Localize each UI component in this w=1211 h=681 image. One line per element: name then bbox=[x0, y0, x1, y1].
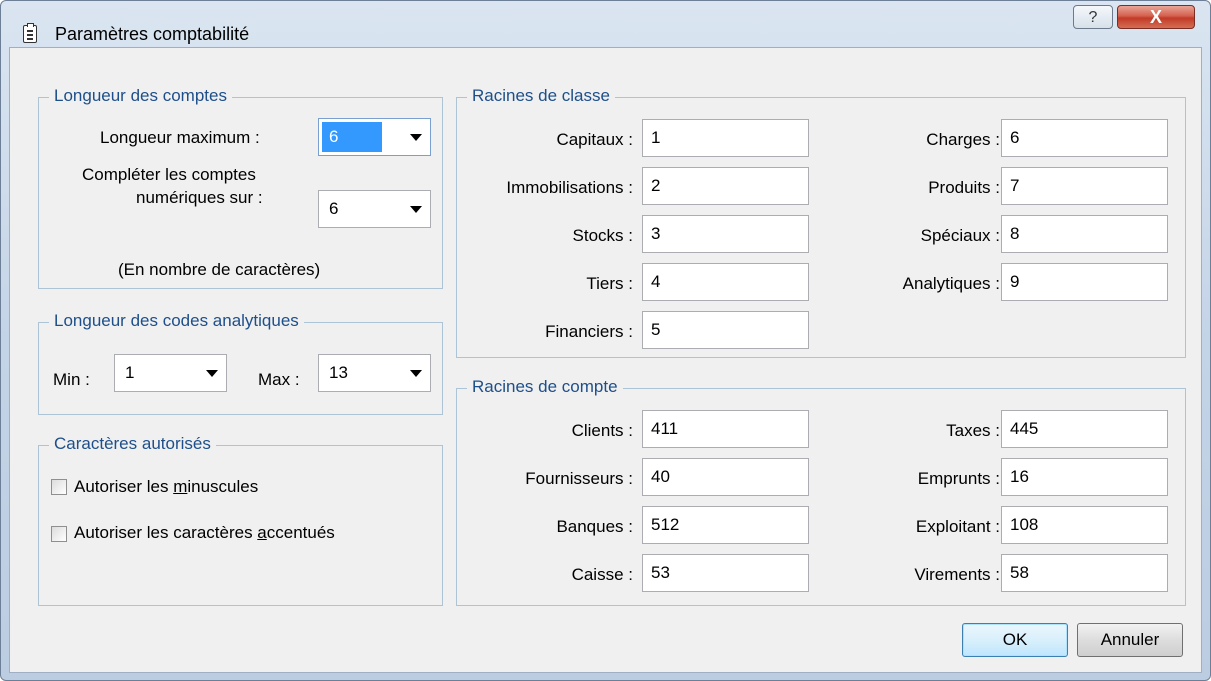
financiers-label: Financiers : bbox=[545, 322, 633, 341]
min-value: 1 bbox=[125, 363, 135, 382]
charges-label: Charges : bbox=[926, 130, 1000, 149]
tiers-field[interactable]: 4 bbox=[642, 263, 809, 301]
chevron-down-icon bbox=[410, 206, 422, 213]
accentues-checkbox[interactable] bbox=[51, 526, 67, 542]
clients-field[interactable]: 411 bbox=[642, 410, 809, 448]
minuscules-label[interactable]: Autoriser les minuscules bbox=[74, 477, 258, 497]
accentues-label[interactable]: Autoriser les caractères accentués bbox=[74, 523, 335, 543]
analytiques-label: Analytiques : bbox=[902, 274, 1000, 293]
stocks-label: Stocks : bbox=[572, 226, 633, 245]
cancel-button[interactable]: Annuler bbox=[1077, 623, 1183, 657]
banques-field[interactable]: 512 bbox=[642, 506, 809, 544]
completer-label-line2: numériques sur : bbox=[136, 188, 263, 207]
chevron-down-icon bbox=[410, 134, 422, 141]
capitaux-label: Capitaux : bbox=[556, 130, 633, 149]
exploitant-field[interactable]: 108 bbox=[1001, 506, 1168, 544]
max-label: Max : bbox=[258, 370, 300, 389]
longueur-maximum-value: 6 bbox=[329, 127, 339, 146]
group-legend: Longueur des codes analytiques bbox=[49, 311, 304, 331]
clipboard-icon bbox=[23, 23, 37, 43]
speciaux-label: Spéciaux : bbox=[920, 226, 1000, 245]
virements-field[interactable]: 58 bbox=[1001, 554, 1168, 592]
min-label: Min : bbox=[53, 370, 90, 389]
group-legend: Caractères autorisés bbox=[49, 434, 216, 454]
completer-comptes-value: 6 bbox=[329, 199, 339, 218]
longueur-maximum-select[interactable]: 6 bbox=[318, 118, 431, 156]
capitaux-field[interactable]: 1 bbox=[642, 119, 809, 157]
chevron-down-icon bbox=[410, 370, 422, 377]
help-button[interactable]: ? bbox=[1073, 5, 1113, 29]
emprunts-label: Emprunts : bbox=[917, 469, 1000, 488]
taxes-field[interactable]: 445 bbox=[1001, 410, 1168, 448]
immobilisations-field[interactable]: 2 bbox=[642, 167, 809, 205]
tiers-label: Tiers : bbox=[586, 274, 633, 293]
unit-note: (En nombre de caractères) bbox=[118, 260, 321, 279]
window-title: Paramètres comptabilité bbox=[55, 24, 250, 44]
analytiques-field[interactable]: 9 bbox=[1001, 263, 1168, 301]
chevron-down-icon bbox=[206, 370, 218, 377]
exploitant-label: Exploitant : bbox=[915, 517, 1000, 536]
ok-button[interactable]: OK bbox=[962, 623, 1068, 657]
clients-label: Clients : bbox=[571, 421, 633, 440]
emprunts-field[interactable]: 16 bbox=[1001, 458, 1168, 496]
fournisseurs-label: Fournisseurs : bbox=[525, 469, 633, 488]
max-select[interactable]: 13 bbox=[318, 354, 431, 392]
charges-field[interactable]: 6 bbox=[1001, 119, 1168, 157]
immobilisations-label: Immobilisations : bbox=[506, 178, 633, 197]
stocks-field[interactable]: 3 bbox=[642, 215, 809, 253]
group-legend: Longueur des comptes bbox=[49, 86, 232, 106]
dialog-window: Paramètres comptabilité ? X Longueur des… bbox=[0, 0, 1211, 681]
produits-field[interactable]: 7 bbox=[1001, 167, 1168, 205]
max-value: 13 bbox=[329, 363, 348, 382]
min-select[interactable]: 1 bbox=[114, 354, 227, 392]
close-button[interactable]: X bbox=[1117, 5, 1195, 29]
longueur-maximum-label: Longueur maximum : bbox=[100, 128, 260, 147]
fournisseurs-field[interactable]: 40 bbox=[642, 458, 809, 496]
minuscules-checkbox[interactable] bbox=[51, 479, 67, 495]
caisse-label: Caisse : bbox=[571, 565, 633, 584]
group-legend: Racines de compte bbox=[467, 377, 623, 397]
virements-label: Virements : bbox=[914, 565, 1000, 584]
financiers-field[interactable]: 5 bbox=[642, 311, 809, 349]
completer-comptes-select[interactable]: 6 bbox=[318, 190, 431, 228]
banques-label: Banques : bbox=[556, 517, 633, 536]
dialog-body: Longueur des comptes Longueur maximum : … bbox=[9, 47, 1202, 673]
completer-label-line1: Compléter les comptes bbox=[82, 165, 256, 184]
caisse-field[interactable]: 53 bbox=[642, 554, 809, 592]
title-bar: Paramètres comptabilité ? X bbox=[1, 1, 1210, 47]
speciaux-field[interactable]: 8 bbox=[1001, 215, 1168, 253]
produits-label: Produits : bbox=[928, 178, 1000, 197]
taxes-label: Taxes : bbox=[946, 421, 1000, 440]
group-legend: Racines de classe bbox=[467, 86, 615, 106]
